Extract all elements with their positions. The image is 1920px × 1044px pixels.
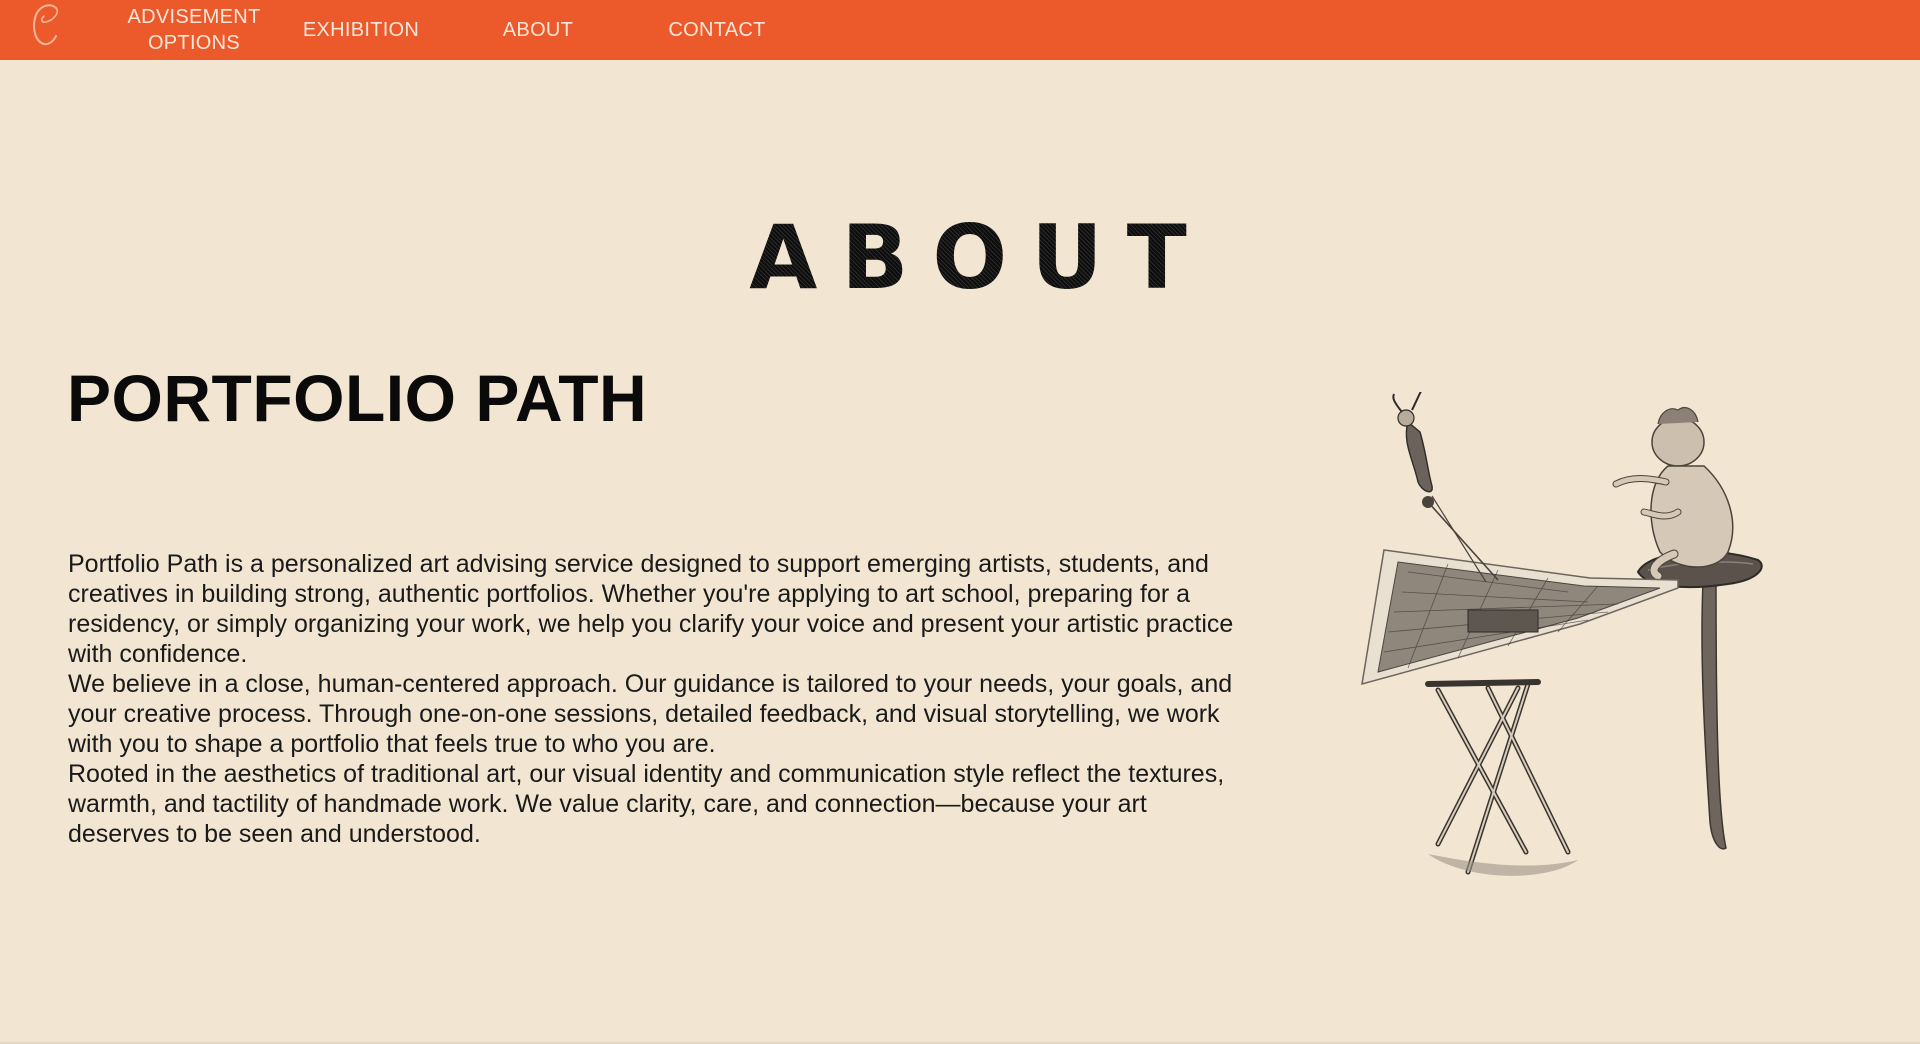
about-paragraph-1: Portfolio Path is a personalized art adv… (68, 550, 1234, 668)
page-title: ABOUT (0, 206, 1920, 309)
top-navbar: ADVISEMENT OPTIONS EXHIBITION ABOUT CONT… (0, 0, 1920, 60)
nav-contact[interactable]: CONTACT (652, 0, 782, 60)
about-paragraph-3: Rooted in the aesthetics of traditional … (68, 760, 1225, 848)
page-title-text: ABOUT (749, 206, 1211, 309)
brand-heading: PORTFOLIO PATH (67, 361, 648, 435)
nav-advisement-options[interactable]: ADVISEMENT OPTIONS (118, 0, 270, 60)
nav-exhibition[interactable]: EXHIBITION (296, 0, 426, 60)
script-c-logo-icon[interactable] (26, 2, 64, 48)
about-body: Portfolio Path is a personalized art adv… (68, 549, 1238, 849)
about-paragraph-2: We believe in a close, human-centered ap… (68, 670, 1233, 758)
nav-about[interactable]: ABOUT (478, 0, 598, 60)
vintage-collage-easel-illustration (1361, 392, 1763, 876)
